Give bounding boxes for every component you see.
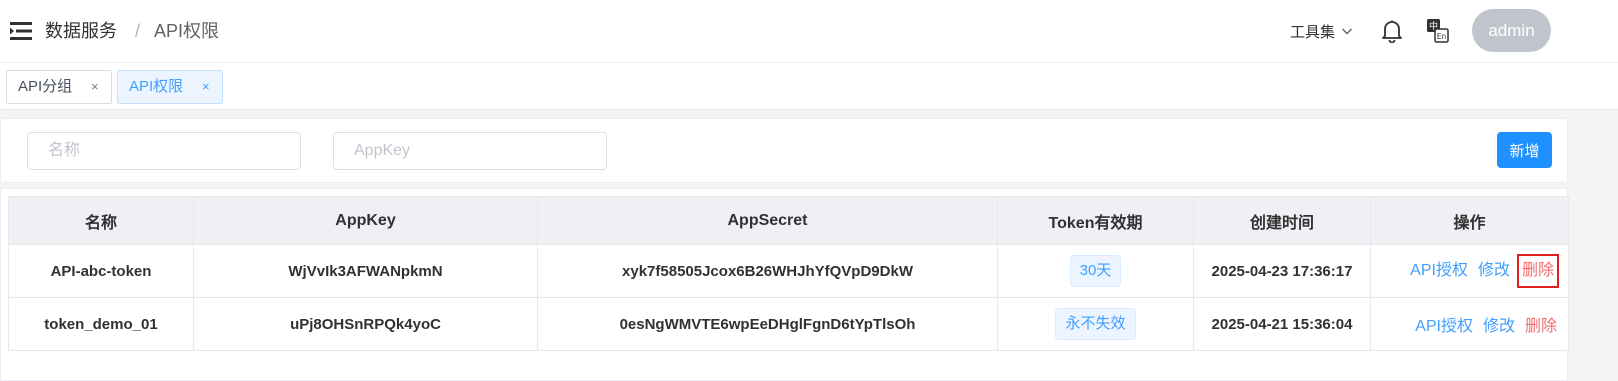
- bell-icon[interactable]: [1381, 19, 1403, 43]
- close-icon[interactable]: ×: [91, 71, 99, 103]
- table-row: API-abc-token WjVvIk3AFWANpkmN xyk7f5850…: [8, 244, 1569, 298]
- edit-link[interactable]: 修改: [1478, 262, 1510, 279]
- svg-text:En: En: [1437, 32, 1447, 41]
- tools-dropdown[interactable]: 工具集: [1290, 21, 1353, 41]
- cell-actions: API授权 修改 删除: [1370, 244, 1569, 298]
- api-grant-link[interactable]: API授权: [1410, 262, 1468, 279]
- cell-actions: API授权 修改 删除: [1370, 297, 1569, 351]
- user-avatar[interactable]: admin: [1472, 9, 1551, 52]
- cell-name: token_demo_01: [8, 297, 194, 351]
- token-validity-badge: 永不失效: [1055, 308, 1136, 340]
- cell-appsecret: xyk7f58505Jcox6B26WHJhYfQVpD9DkW: [537, 244, 998, 298]
- chevron-down-icon: [1342, 28, 1353, 35]
- tab-label: API分组: [18, 78, 73, 95]
- menu-icon[interactable]: [10, 22, 32, 40]
- edit-link[interactable]: 修改: [1483, 318, 1515, 335]
- table-panel: 名称 AppKey AppSecret Token有效期 创建时间 操作 API…: [0, 188, 1569, 381]
- add-button[interactable]: 新增: [1497, 132, 1552, 168]
- api-grant-link[interactable]: API授权: [1415, 318, 1473, 335]
- cell-appsecret: 0esNgWMVTE6wpEeDHglFgnD6tYpTlsOh: [537, 297, 998, 351]
- cell-appkey: uPj8OHSnRPQk4yoC: [193, 297, 538, 351]
- breadcrumb-root[interactable]: 数据服务: [45, 18, 117, 44]
- tab-api-permission[interactable]: API权限 ×: [117, 70, 223, 104]
- name-search-input[interactable]: [27, 132, 301, 170]
- breadcrumb-current: API权限: [154, 21, 220, 41]
- language-icon[interactable]: 中 En: [1426, 18, 1450, 44]
- cell-created: 2025-04-23 17:36:17: [1193, 244, 1371, 298]
- column-header-actions: 操作: [1370, 196, 1569, 245]
- column-header-name[interactable]: 名称: [8, 196, 194, 245]
- top-header: 数据服务 / API权限 工具集 中 En admin: [0, 0, 1618, 63]
- breadcrumb-separator: /: [135, 21, 141, 41]
- token-validity-badge: 30天: [1069, 255, 1122, 287]
- cell-appkey: WjVvIk3AFWANpkmN: [193, 244, 538, 298]
- appkey-search-input[interactable]: [333, 132, 607, 170]
- tools-label: 工具集: [1290, 23, 1336, 41]
- tab-label: API权限: [129, 78, 184, 95]
- column-header-appkey[interactable]: AppKey: [193, 196, 538, 245]
- api-permission-table: 名称 AppKey AppSecret Token有效期 创建时间 操作 API…: [8, 196, 1569, 351]
- breadcrumb: 数据服务 / API权限: [45, 18, 219, 44]
- column-header-created[interactable]: 创建时间: [1193, 196, 1371, 245]
- cell-token-validity: 永不失效: [997, 297, 1194, 351]
- tags-bar: API分组 × API权限 ×: [0, 63, 1618, 110]
- delete-link[interactable]: 删除: [1516, 254, 1559, 288]
- table-header-row: 名称 AppKey AppSecret Token有效期 创建时间 操作: [8, 196, 1569, 245]
- column-header-appsecret[interactable]: AppSecret: [537, 196, 998, 245]
- cell-name: API-abc-token: [8, 244, 194, 298]
- close-icon[interactable]: ×: [202, 71, 210, 103]
- delete-link[interactable]: 删除: [1525, 318, 1557, 335]
- cell-token-validity: 30天: [997, 244, 1194, 298]
- table-row: token_demo_01 uPj8OHSnRPQk4yoC 0esNgWMVT…: [8, 297, 1569, 351]
- search-panel: 新增: [0, 118, 1568, 183]
- column-header-token-validity[interactable]: Token有效期: [997, 196, 1194, 245]
- tab-api-group[interactable]: API分组 ×: [6, 70, 112, 104]
- cell-created: 2025-04-21 15:36:04: [1193, 297, 1371, 351]
